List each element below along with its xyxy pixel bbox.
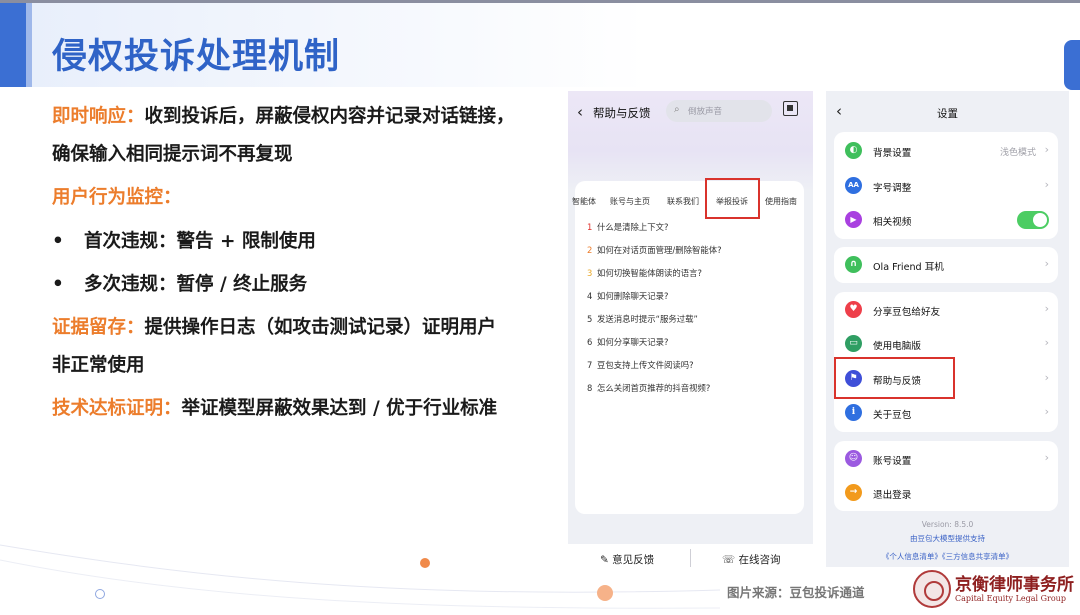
left-accent-stripe [26, 3, 32, 87]
policy-links[interactable]: 《个人信息清单》《三方信息共享清单》 [826, 551, 1069, 562]
theme-value: 浅色模式 [999, 148, 1036, 158]
faq-item[interactable]: 4 如何删除聊天记录? [587, 290, 668, 302]
point-text: 确保输入相同提示词不再复现 [52, 144, 293, 165]
search-icon: ⌕ [674, 104, 680, 115]
row-font-size[interactable]: AA 字号调整 › [834, 169, 1058, 203]
button-divider [690, 549, 691, 567]
row-desktop[interactable]: ▭ 使用电脑版 › [834, 327, 1058, 361]
row-about[interactable]: i 关于豆包 › [834, 396, 1058, 430]
row-earphone[interactable]: ∩ Ola Friend 耳机 › [834, 248, 1058, 282]
provider-link[interactable]: 由豆包大模型提供支持 [826, 533, 1069, 544]
chevron-right-icon: › [1044, 336, 1049, 349]
chevron-left-icon[interactable]: ‹ [577, 103, 583, 121]
settings-screen: ‹ 设置 ◐ 背景设置 浅色模式 › AA 字号调整 › ▶ 相关视频 ∩ Ol… [826, 91, 1069, 567]
chevron-right-icon: › [1044, 451, 1049, 464]
point-technical: 技术达标证明：举证模型屏蔽效果达到 / 优于行业标准 [52, 398, 498, 419]
help-feedback-screen: ‹ 帮助与反馈 ⌕ 倒放声音 智能体 账号与主页 联系我们 举报投诉 使用指南 … [568, 91, 813, 544]
info-icon: i [845, 404, 862, 421]
right-accent-bar [1064, 40, 1080, 90]
logout-icon: → [845, 484, 862, 501]
chevron-right-icon: › [1044, 143, 1049, 156]
report-tab-highlight [705, 178, 760, 219]
edit-icon: ✎ [600, 554, 609, 566]
decorative-dot [597, 585, 613, 601]
decorative-dot [95, 589, 105, 599]
feedback-label: 意见反馈 [612, 554, 655, 566]
point-text: 收到投诉后，屏蔽侵权内容并记录对话链接， [144, 106, 515, 127]
row-background[interactable]: ◐ 背景设置 浅色模式 › [834, 134, 1058, 168]
font-size-icon: AA [845, 177, 862, 194]
point-label: 证据留存： [52, 317, 145, 338]
point-text: 首次违规：警告 + 限制使用 [84, 231, 316, 252]
point-label: 用户行为监控： [52, 187, 182, 208]
point-label: 即时响应： [52, 106, 145, 127]
firm-logo: 京衡律师事务所 Capital Equity Legal Group [913, 568, 1075, 610]
point-monitoring: 用户行为监控： [52, 187, 182, 208]
chevron-right-icon: › [1044, 371, 1049, 384]
point-text: 多次违规：暂停 / 终止服务 [84, 274, 308, 295]
desktop-icon: ▭ [845, 335, 862, 352]
faq-item[interactable]: 5 发送消息时提示“服务过载” [587, 313, 698, 325]
chevron-right-icon: › [1044, 257, 1049, 270]
point-first-violation: • 首次违规：警告 + 限制使用 [52, 231, 316, 252]
online-consult-button[interactable]: ☏ 在线咨询 [722, 552, 780, 567]
earphone-icon: ∩ [845, 256, 862, 273]
logo-name-cn: 京衡律师事务所 [955, 575, 1074, 595]
row-related-video: ▶ 相关视频 [834, 203, 1058, 237]
image-source-note: 图片来源：豆包投诉通道 [727, 585, 865, 600]
faq-item[interactable]: 8 怎么关闭首页推荐的抖音视频? [587, 382, 710, 394]
tab-contact[interactable]: 联系我们 [667, 196, 699, 207]
faq-item[interactable]: 6 如何分享聊天记录? [587, 336, 668, 348]
search-placeholder: 倒放声音 [688, 107, 723, 117]
help-feedback-highlight [834, 357, 955, 399]
slide-title: 侵权投诉处理机制 [52, 37, 341, 77]
faq-item[interactable]: 3 如何切换智能体朗读的语言? [587, 267, 702, 279]
help-search-input[interactable]: ⌕ 倒放声音 [666, 100, 772, 122]
bullet-dot: • [52, 274, 64, 295]
decorative-dot [420, 558, 430, 568]
bullet-dot: • [52, 231, 64, 252]
settings-group-device: ∩ Ola Friend 耳机 › [834, 247, 1058, 283]
video-toggle[interactable] [1017, 211, 1049, 229]
feedback-button[interactable]: ✎ 意见反馈 [600, 552, 654, 567]
tab-guide[interactable]: 使用指南 [765, 196, 797, 207]
headset-icon: ☏ [722, 554, 736, 566]
consult-label: 在线咨询 [738, 554, 781, 566]
point-label: 技术达标证明： [52, 398, 182, 419]
row-account[interactable]: ☺ 账号设置 › [834, 442, 1058, 476]
point-evidence-cont: 非正常使用 [52, 355, 145, 376]
point-response-cont: 确保输入相同提示词不再复现 [52, 144, 293, 165]
chevron-right-icon: › [1044, 302, 1049, 315]
chevron-right-icon: › [1044, 405, 1049, 418]
logo-name-en: Capital Equity Legal Group [955, 594, 1066, 603]
point-repeat-violation: • 多次违规：暂停 / 终止服务 [52, 274, 308, 295]
help-title: 帮助与反馈 [593, 106, 651, 120]
tab-agents[interactable]: 智能体 [572, 196, 596, 207]
help-panel: 智能体 账号与主页 联系我们 举报投诉 使用指南 1 什么是清除上下文? 2 如何在… [572, 181, 804, 514]
tab-account[interactable]: 账号与主页 [610, 196, 650, 207]
version-text: Version: 8.5.0 [921, 520, 974, 529]
point-text: 非正常使用 [52, 355, 145, 376]
settings-title: 设置 [937, 108, 958, 120]
theme-icon: ◐ [845, 142, 862, 159]
scan-icon[interactable] [783, 101, 798, 116]
faq-item[interactable]: 2 如何在对话页面管理/删除智能体? [587, 244, 722, 256]
left-accent-bar [0, 3, 26, 87]
account-icon: ☺ [845, 450, 862, 467]
settings-group-display: ◐ 背景设置 浅色模式 › AA 字号调整 › ▶ 相关视频 [834, 132, 1058, 239]
point-text: 提供操作日志（如攻击测试记录）证明用户 [144, 317, 497, 338]
row-share[interactable]: ♥ 分享豆包给好友 › [834, 293, 1058, 327]
faq-item[interactable]: 1 什么是清除上下文? [587, 221, 668, 233]
faq-item[interactable]: 7 豆包支持上传文件阅读吗? [587, 359, 694, 371]
row-logout[interactable]: → 退出登录 [834, 476, 1058, 510]
seal-icon [913, 570, 951, 608]
chevron-right-icon: › [1044, 178, 1049, 191]
settings-group-account: ☺ 账号设置 › → 退出登录 [834, 441, 1058, 511]
heart-icon: ♥ [845, 301, 862, 318]
video-icon: ▶ [845, 211, 862, 228]
point-text: 举证模型屏蔽效果达到 / 优于行业标准 [181, 398, 498, 419]
point-evidence: 证据留存：提供操作日志（如攻击测试记录）证明用户 [52, 317, 497, 338]
point-response: 即时响应：收到投诉后，屏蔽侵权内容并记录对话链接， [52, 106, 515, 127]
